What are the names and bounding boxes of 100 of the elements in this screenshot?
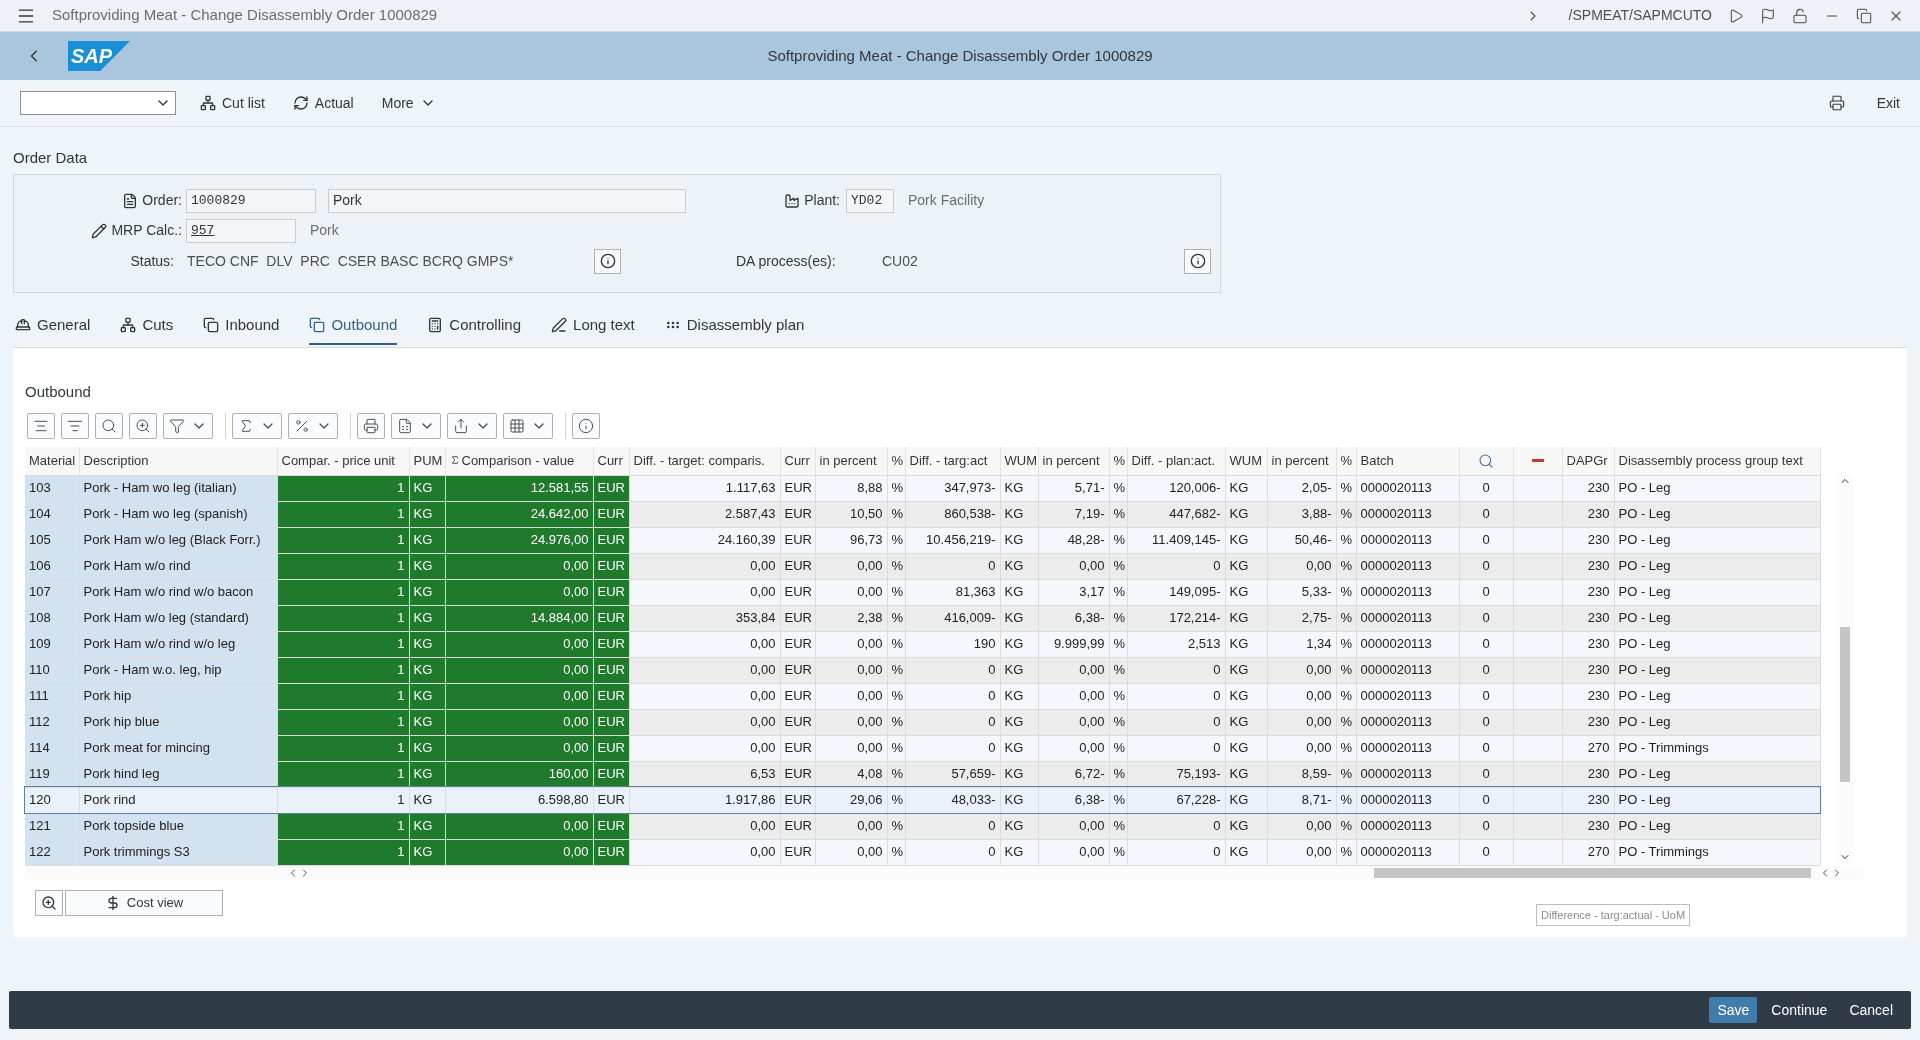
table-cell: %	[891, 740, 904, 756]
tab[interactable]: Long text	[551, 314, 635, 345]
table-row[interactable]: 105 Pork Ham w/o leg (Black Forr.) 1 KG 24.976,00 EUR 24.160,39 EUR 96,73 % 10.456,219- KG 48,28- % 11.409,145- KG 50,46- % 0000020113 0 230 PO - Leg	[25, 527, 1820, 553]
table-cell: KG	[1229, 480, 1249, 496]
toolbar-button[interactable]	[447, 413, 497, 439]
toolbar-button[interactable]: More	[377, 92, 440, 114]
tab[interactable]: Cuts	[120, 314, 174, 345]
table-row[interactable]: 106 Pork Ham w/o rind 1 KG 0,00 EUR 0,00 EUR 0,00 % 0 KG 0,00 % 0 KG 0,00 % 0000020113 0 230 PO - Leg	[25, 553, 1820, 579]
table-cell: Pork Ham w/o leg (Black Forr.)	[83, 532, 261, 548]
table-row[interactable]: 109 Pork Ham w/o rind w/o leg 1 KG 0,00 EUR 0,00 EUR 0,00 % 190 KG 9.999,99 % 2,513 KG 1,34 % 0000020113 0 230 PO - Leg	[25, 631, 1820, 657]
toolbar-button[interactable]: Cut list	[196, 92, 269, 114]
table-cell: 0	[988, 714, 996, 730]
table-cell: %	[891, 584, 904, 600]
print-icon[interactable]	[1828, 95, 1845, 111]
toolbar-button[interactable]	[391, 413, 441, 439]
zoom-icon	[135, 418, 151, 434]
toolbar-button[interactable]	[129, 413, 157, 439]
toolbar-button[interactable]: Actual	[288, 92, 358, 114]
table-row[interactable]: 121 Pork topside blue 1 KG 0,00 EUR 0,00 EUR 0,00 % 0 KG 0,00 % 0 KG 0,00 % 0000020113 0 230 PO - Leg	[25, 813, 1820, 839]
table-cell: 112	[29, 714, 50, 730]
table-cell: 1	[397, 584, 405, 600]
table-cell: KG	[1229, 818, 1249, 834]
toolbar-button[interactable]	[61, 413, 89, 439]
table-cell: Pork Ham w/o rind w/o leg	[83, 636, 236, 652]
minus-icon	[1531, 459, 1544, 463]
table-row[interactable]: 122 Pork trimmings S3 1 KG 0,00 EUR 0,00 EUR 0,00 % 0 KG 0,00 % 0 KG 0,00 % 0000020113 0 270 PO - Trimmings	[25, 839, 1820, 865]
toolbar-button[interactable]	[288, 413, 338, 439]
table-row[interactable]: 112 Pork hip blue 1 KG 0,00 EUR 0,00 EUR 0,00 % 0 KG 0,00 % 0 KG 0,00 % 0000020113 0 230 PO - Leg	[25, 709, 1820, 735]
table-cell: KG	[413, 610, 433, 626]
table-cell: 0,00	[750, 740, 776, 756]
print-icon	[363, 418, 379, 434]
table-cell: Pork Ham w/o rind w/o bacon	[83, 584, 254, 600]
table-cell: 0,00	[563, 688, 589, 704]
table-cell: 0	[1482, 766, 1490, 782]
table-cell: 1	[397, 610, 405, 626]
plant-field[interactable]: YD02	[846, 188, 894, 213]
vertical-scrollbar[interactable]	[1836, 475, 1853, 863]
table-cell: 0	[1213, 740, 1221, 756]
table-cell: 0000020113	[1360, 740, 1432, 756]
toolbar-button[interactable]	[503, 413, 553, 439]
table-row[interactable]: 119 Pork hind leg 1 KG 160,00 EUR 6,53 EUR 4,08 % 57,659- KG 6,72- % 75,193- KG 8,59- % 0000020113 0 230 PO - Leg	[25, 761, 1820, 787]
table-row[interactable]: 104 Pork - Ham wo leg (spanish) 1 KG 24.642,00 EUR 2.587,43 EUR 10,50 % 860,538- KG 7,19- % 447,682- KG 3,88- % 0000020113 0 230 PO - Leg	[25, 501, 1820, 527]
play-icon[interactable]	[1728, 7, 1744, 24]
dropdown-field[interactable]	[20, 91, 176, 115]
table-row[interactable]: 107 Pork Ham w/o rind w/o bacon 1 KG 0,00 EUR 0,00 EUR 0,00 % 81,363 KG 3,17 % 149,095- KG 5,33- % 0000020113 0 230 PO - Leg	[25, 579, 1820, 605]
table-cell: 230	[1587, 662, 1610, 678]
table-cell: EUR	[597, 558, 625, 574]
table-row[interactable]: 108 Pork Ham w/o leg (standard) 1 KG 14.884,00 EUR 353,84 EUR 2,38 % 416,009- KG 6,38- % 172,214- KG 2,75- % 0000020113 0 230 PO - Leg	[25, 605, 1820, 631]
order-field[interactable]: 1000829	[186, 188, 316, 213]
info-button[interactable]	[594, 248, 621, 274]
exit-button[interactable]: Exit	[1876, 92, 1900, 114]
toolbar-button[interactable]	[27, 413, 55, 439]
table-row[interactable]: 120 Pork rind 1 KG 6.598,80 EUR 1.917,86 EUR 29,06 % 48,033- KG 6,38- % 67,228- KG 8,71- % 0000020113 0 230 PO - Leg	[25, 787, 1820, 813]
table-cell: 107	[29, 584, 51, 600]
table-cell: EUR	[597, 636, 625, 652]
table-cell: 0	[1482, 740, 1490, 756]
description-field[interactable]: Pork	[328, 188, 686, 213]
footer-button[interactable]: Continue	[1763, 997, 1836, 1023]
toolbar-button[interactable]	[95, 413, 123, 439]
tab[interactable]: General	[15, 314, 91, 345]
restore-icon[interactable]	[1856, 7, 1872, 24]
table-cell: 0,00	[1079, 662, 1105, 678]
flag-icon[interactable]	[1760, 7, 1776, 24]
table-cell: EUR	[597, 844, 625, 860]
table-cell: 2,513	[1187, 636, 1221, 652]
subtotal-icon	[294, 418, 310, 434]
documents-icon	[309, 317, 326, 334]
tab[interactable]: Controlling	[427, 314, 522, 345]
table-cell: 3,17	[1079, 584, 1105, 600]
page-title: Softproviding Meat - Change Disassembly Order 1000829	[766, 45, 1154, 66]
footer-button[interactable]: Cancel	[1841, 997, 1901, 1023]
table-row[interactable]: 111 Pork hip 1 KG 0,00 EUR 0,00 EUR 0,00 % 0 KG 0,00 % 0 KG 0,00 % 0000020113 0 230 PO - Leg	[25, 683, 1820, 709]
table-cell: KG	[413, 818, 433, 834]
info-button[interactable]	[1184, 248, 1211, 274]
table-cell: %	[1340, 610, 1353, 626]
table-row[interactable]: 114 Pork meat for mincing 1 KG 0,00 EUR 0,00 EUR 0,00 % 0 KG 0,00 % 0 KG 0,00 % 0000020113 0 270 PO - Trimmings	[25, 735, 1820, 761]
table-cell: 0	[1482, 714, 1490, 730]
toolbar-button[interactable]	[357, 413, 385, 439]
table-cell: PO - Leg	[1618, 766, 1671, 782]
table-cell: %	[1340, 714, 1353, 730]
toolbar-button[interactable]	[572, 413, 600, 439]
tab[interactable]: Disassembly plan	[664, 314, 805, 345]
toolbar-button[interactable]	[232, 413, 282, 439]
zoom-button[interactable]	[35, 889, 63, 916]
table-row[interactable]: 103 Pork - Ham wo leg (italian) 1 KG 12.581,55 EUR 1.117,63 EUR 8,88 % 347,973- KG 5,71- % 120,006- KG 2,05- % 0000020113 0 230 PO - Leg	[25, 475, 1820, 501]
tab[interactable]: Inbound	[203, 314, 280, 345]
table-row[interactable]: 110 Pork - Ham w.o. leg, hip 1 KG 0,00 EUR 0,00 EUR 0,00 % 0 KG 0,00 % 0 KG 0,00 % 0000020113 0 230 PO - Leg	[25, 657, 1820, 683]
table-cell: EUR	[597, 584, 625, 600]
toolbar-button[interactable]	[163, 413, 213, 439]
table-cell: 0000020113	[1360, 610, 1432, 626]
tab[interactable]: Outbound	[309, 314, 398, 345]
table-cell: %	[891, 818, 904, 834]
unlock-icon[interactable]	[1792, 7, 1808, 24]
table-cell: KG	[413, 480, 433, 496]
footer-button[interactable]: Save	[1709, 997, 1758, 1023]
table-cell: 0000020113	[1360, 480, 1432, 496]
cost-view-button[interactable]: Cost view	[65, 889, 223, 916]
mrp-field[interactable]: 957	[186, 218, 296, 243]
table-cell: PO - Leg	[1618, 688, 1671, 704]
table-cell: 0	[1482, 818, 1490, 834]
